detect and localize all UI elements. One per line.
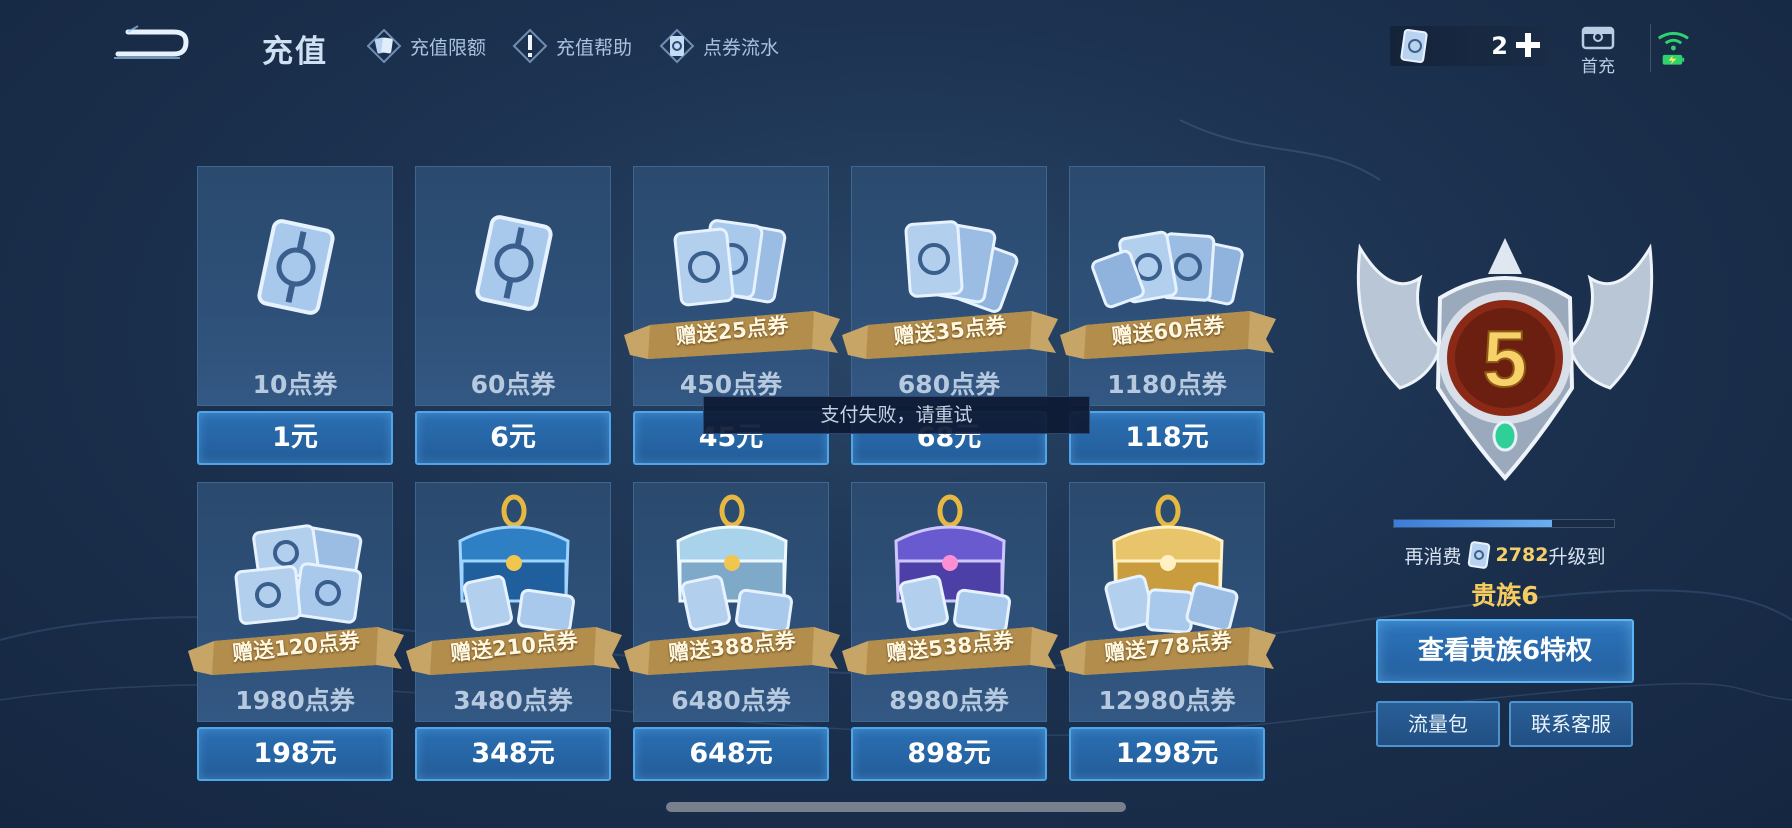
card-icon bbox=[366, 28, 402, 64]
package-amount: 10点券 bbox=[252, 370, 338, 399]
price-button[interactable]: 648元 bbox=[633, 727, 829, 781]
package-card[interactable]: 10点券 bbox=[197, 166, 393, 406]
package-amount: 60点券 bbox=[470, 370, 556, 399]
view-privilege-button[interactable]: 查看贵族6特权 bbox=[1376, 619, 1634, 683]
payment-failed-toast: 支付失败，请重试 bbox=[703, 396, 1090, 434]
bonus-label: 赠送210点券 bbox=[449, 628, 579, 666]
bonus-label: 赠送388点券 bbox=[667, 628, 797, 666]
recharge-limit-label: 充值限额 bbox=[410, 36, 487, 59]
price-button[interactable]: 1298元 bbox=[1069, 727, 1265, 781]
recharge-help-label: 充值帮助 bbox=[556, 36, 633, 59]
package-amount: 8980点券 bbox=[889, 686, 1009, 715]
noble-progress-bar bbox=[1393, 519, 1615, 528]
recharge-help-link[interactable]: 充值帮助 bbox=[510, 28, 632, 64]
upgrade-prefix: 再消费 bbox=[1404, 545, 1462, 568]
bonus-label: 赠送778点券 bbox=[1103, 628, 1233, 666]
package-amount: 6480点券 bbox=[671, 686, 791, 715]
noble-level-number: 5 bbox=[1483, 314, 1528, 403]
exclamation-icon bbox=[512, 28, 548, 64]
upgrade-suffix: 升级到 bbox=[1548, 545, 1606, 568]
ticket-icon bbox=[1400, 29, 1428, 63]
wifi-icon bbox=[1657, 31, 1689, 51]
page-title: 充值 bbox=[262, 34, 328, 70]
ticket-icon bbox=[659, 28, 695, 64]
recharge-limit-link[interactable]: 充值限额 bbox=[364, 28, 486, 64]
package-card[interactable]: 赠送35点券 680点券 bbox=[842, 166, 1058, 406]
home-indicator[interactable] bbox=[666, 802, 1126, 812]
gift-box-icon bbox=[1581, 26, 1615, 50]
upgrade-hint: 再消费 2782 升级到 bbox=[1380, 540, 1630, 570]
package-card[interactable]: 60点券 bbox=[415, 166, 611, 406]
bonus-label: 赠送60点券 bbox=[1110, 313, 1226, 349]
ticket-balance-value: 2 bbox=[1491, 32, 1508, 60]
package-amount: 1180点券 bbox=[1107, 370, 1227, 399]
price-button[interactable]: 198元 bbox=[197, 727, 393, 781]
price-button[interactable]: 348元 bbox=[415, 727, 611, 781]
ticket-balance: 2 bbox=[1390, 26, 1550, 66]
back-arrow-icon[interactable] bbox=[110, 20, 192, 64]
ticket-history-label: 点券流水 bbox=[703, 36, 780, 59]
package-amount: 1980点券 bbox=[235, 686, 355, 715]
battery-icon bbox=[1662, 54, 1685, 65]
price-button[interactable]: 118元 bbox=[1069, 411, 1265, 465]
package-amount: 3480点券 bbox=[453, 686, 573, 715]
ticket-single-icon bbox=[475, 215, 553, 311]
first-charge-button[interactable]: 首充 bbox=[1570, 20, 1626, 77]
package-card[interactable]: 赠送25点券 450点券 bbox=[624, 166, 840, 406]
ticket-single-icon bbox=[257, 219, 335, 315]
ticket-icon bbox=[1467, 541, 1490, 569]
bonus-label: 赠送35点券 bbox=[892, 313, 1008, 349]
price-button[interactable]: 898元 bbox=[851, 727, 1047, 781]
bonus-label: 赠送538点券 bbox=[885, 628, 1015, 666]
bonus-label: 赠送25点券 bbox=[674, 313, 790, 349]
next-noble-level: 贵族6 bbox=[1471, 581, 1539, 610]
ticket-history-link[interactable]: 点券流水 bbox=[657, 28, 779, 64]
bonus-label: 赠送120点券 bbox=[231, 628, 361, 666]
package-card[interactable]: 赠送120点券 1980点券 bbox=[188, 482, 404, 722]
package-card[interactable]: 赠送778点券 12980点券 bbox=[1060, 482, 1276, 722]
package-amount: 12980点券 bbox=[1098, 686, 1236, 715]
price-button[interactable]: 1元 bbox=[197, 411, 393, 465]
first-charge-label: 首充 bbox=[1581, 57, 1615, 77]
price-button[interactable]: 6元 bbox=[415, 411, 611, 465]
package-card[interactable]: 赠送388点券 6480点券 bbox=[624, 482, 840, 722]
noble-progress-fill bbox=[1394, 520, 1553, 527]
package-card[interactable]: 赠送538点券 8980点券 bbox=[842, 482, 1058, 722]
data-pack-button[interactable]: 流量包 bbox=[1376, 701, 1500, 747]
package-card[interactable]: 赠送210点券 3480点券 bbox=[406, 482, 622, 722]
upgrade-amount: 2782 bbox=[1495, 544, 1549, 566]
customer-service-button[interactable]: 联系客服 bbox=[1509, 701, 1633, 747]
status-icons bbox=[1650, 24, 1689, 72]
add-icon[interactable] bbox=[1514, 31, 1542, 59]
noble-badge: 5 bbox=[1356, 238, 1654, 482]
package-card[interactable]: 赠送60点券 1180点券 bbox=[1060, 166, 1276, 406]
